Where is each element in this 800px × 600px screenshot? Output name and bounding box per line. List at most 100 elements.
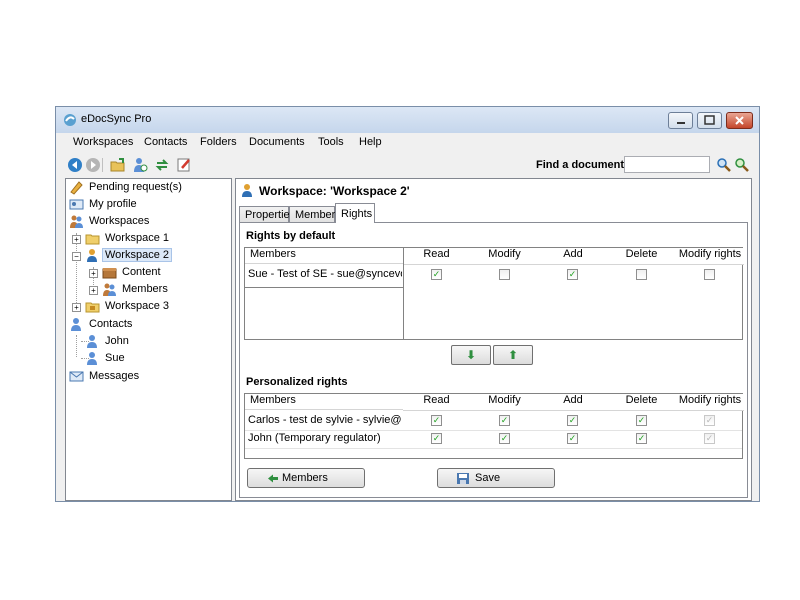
title-bar[interactable]: eDocSync Pro bbox=[56, 107, 759, 133]
member-name-cell: Carlos - test de sylvie - sylvie@korfa..… bbox=[248, 414, 402, 426]
tab-properties[interactable]: Properties bbox=[239, 206, 295, 222]
grid-divider bbox=[403, 248, 404, 339]
arrow-up-icon: ⬆ bbox=[507, 348, 519, 362]
rights-by-default-title: Rights by default bbox=[246, 230, 336, 242]
app-window: eDocSync Pro Workspaces Contacts Folders… bbox=[55, 106, 760, 502]
rights-by-default-grid: Members Read Modify Add Delete Modify rights S… bbox=[244, 247, 744, 340]
move-up-button[interactable]: ⬆ bbox=[493, 345, 533, 365]
find-document-input[interactable] bbox=[624, 156, 710, 173]
arrow-left-icon bbox=[268, 474, 278, 483]
pending-request-icon bbox=[70, 181, 83, 195]
table-row[interactable]: Sue - Test of SE - sue@syncevoluti... ✓ ✓ bbox=[245, 267, 742, 284]
table-row[interactable]: John (Temporary regulator) ✓ ✓ ✓ ✓ ✓ bbox=[245, 431, 742, 449]
expand-workspace-3[interactable]: + bbox=[72, 303, 81, 312]
workspace-detail-pane: Workspace: 'Workspace 2' Properties Memb… bbox=[235, 178, 752, 501]
checkbox-delete[interactable]: ✓ bbox=[636, 433, 647, 444]
close-icon bbox=[735, 116, 744, 125]
tab-members[interactable]: Members bbox=[289, 206, 341, 222]
checkbox-modify[interactable]: ✓ bbox=[499, 433, 510, 444]
member-name-cell: Sue - Test of SE - sue@syncevoluti... bbox=[248, 268, 402, 280]
folder-icon bbox=[85, 234, 100, 245]
workspace-user-icon bbox=[242, 184, 252, 197]
checkbox-read[interactable]: ✓ bbox=[431, 415, 442, 426]
toolbar-separator bbox=[102, 158, 103, 172]
menu-bar: Workspaces Contacts Folders Documents To… bbox=[56, 133, 759, 153]
collapse-workspace-2[interactable]: − bbox=[72, 252, 81, 261]
edit-icon[interactable] bbox=[176, 157, 192, 173]
workspaces-icon bbox=[70, 215, 83, 228]
members-button[interactable]: Members bbox=[247, 468, 365, 488]
profile-card-icon bbox=[69, 199, 84, 210]
tree-connector bbox=[76, 233, 77, 307]
table-row[interactable]: Carlos - test de sylvie - sylvie@korfa..… bbox=[245, 413, 742, 431]
search-icon[interactable] bbox=[716, 157, 732, 173]
save-button[interactable]: Save bbox=[437, 468, 555, 488]
navigation-tree[interactable]: Pending request(s) My profile Workspaces… bbox=[65, 178, 232, 501]
rights-panel: Rights by default Members Read Modify Add De… bbox=[239, 222, 748, 498]
menu-contacts[interactable]: Contacts bbox=[144, 136, 187, 148]
envelope-icon bbox=[69, 371, 84, 382]
workspace-title: Workspace: 'Workspace 2' bbox=[259, 184, 410, 198]
contact-icon bbox=[71, 318, 81, 331]
checkbox-read[interactable]: ✓ bbox=[431, 269, 442, 280]
column-header-members: Members bbox=[245, 248, 403, 264]
close-button[interactable] bbox=[726, 112, 753, 129]
checkbox-add[interactable]: ✓ bbox=[567, 433, 578, 444]
column-header-delete: Delete bbox=[607, 394, 676, 411]
column-header-read: Read bbox=[403, 248, 470, 265]
contact-icon bbox=[87, 335, 97, 348]
grid-divider bbox=[245, 287, 403, 288]
find-document-label: Find a document bbox=[536, 159, 624, 171]
menu-workspaces[interactable]: Workspaces bbox=[73, 136, 133, 148]
toolbar: Find a document bbox=[56, 153, 759, 177]
app-logo-icon bbox=[64, 114, 76, 126]
locked-folder-icon bbox=[85, 302, 100, 313]
checkbox-delete[interactable] bbox=[636, 269, 647, 280]
maximize-button[interactable] bbox=[697, 112, 722, 129]
personalized-rights-title: Personalized rights bbox=[246, 376, 348, 388]
column-header-modify-rights: Modify rights bbox=[676, 248, 744, 265]
expand-members[interactable]: + bbox=[89, 286, 98, 295]
sync-icon[interactable] bbox=[154, 157, 170, 173]
open-folder-icon[interactable] bbox=[110, 157, 126, 173]
back-icon[interactable] bbox=[67, 157, 83, 173]
advanced-search-icon[interactable] bbox=[734, 157, 750, 173]
contact-icon bbox=[87, 352, 97, 365]
checkbox-modify-rights: ✓ bbox=[704, 415, 715, 426]
maximize-icon bbox=[704, 115, 715, 125]
content-box-icon bbox=[102, 268, 117, 279]
menu-folders[interactable]: Folders bbox=[200, 136, 237, 148]
checkbox-modify-rights: ✓ bbox=[704, 433, 715, 444]
menu-tools[interactable]: Tools bbox=[318, 136, 344, 148]
tab-rights[interactable]: Rights bbox=[335, 203, 375, 223]
checkbox-delete[interactable]: ✓ bbox=[636, 415, 647, 426]
personalized-rights-grid: Members Read Modify Add Delete Modify rights C… bbox=[244, 393, 744, 459]
checkbox-modify-rights[interactable] bbox=[704, 269, 715, 280]
column-header-members: Members bbox=[245, 394, 403, 410]
move-down-button[interactable]: ⬇ bbox=[451, 345, 491, 365]
checkbox-modify[interactable] bbox=[499, 269, 510, 280]
arrow-down-icon: ⬇ bbox=[465, 348, 477, 362]
save-disk-icon bbox=[457, 473, 469, 484]
add-user-icon[interactable] bbox=[132, 157, 148, 173]
window-title: eDocSync Pro bbox=[81, 113, 152, 125]
menu-help[interactable]: Help bbox=[359, 136, 382, 148]
checkbox-add[interactable]: ✓ bbox=[567, 269, 578, 280]
forward-icon[interactable] bbox=[85, 157, 101, 173]
members-icon bbox=[103, 283, 116, 296]
column-header-modify: Modify bbox=[470, 248, 539, 265]
checkbox-add[interactable]: ✓ bbox=[567, 415, 578, 426]
minimize-button[interactable] bbox=[668, 112, 693, 129]
menu-documents[interactable]: Documents bbox=[249, 136, 305, 148]
checkbox-modify[interactable]: ✓ bbox=[499, 415, 510, 426]
minimize-icon bbox=[677, 122, 685, 124]
column-header-modify: Modify bbox=[470, 394, 539, 411]
workspace-user-icon bbox=[87, 249, 97, 262]
expand-workspace-1[interactable]: + bbox=[72, 235, 81, 244]
tree-connector bbox=[76, 335, 77, 357]
column-header-add: Add bbox=[539, 248, 607, 265]
checkbox-read[interactable]: ✓ bbox=[431, 433, 442, 444]
column-header-read: Read bbox=[403, 394, 470, 411]
expand-content[interactable]: + bbox=[89, 269, 98, 278]
member-name-cell: John (Temporary regulator) bbox=[248, 432, 381, 444]
